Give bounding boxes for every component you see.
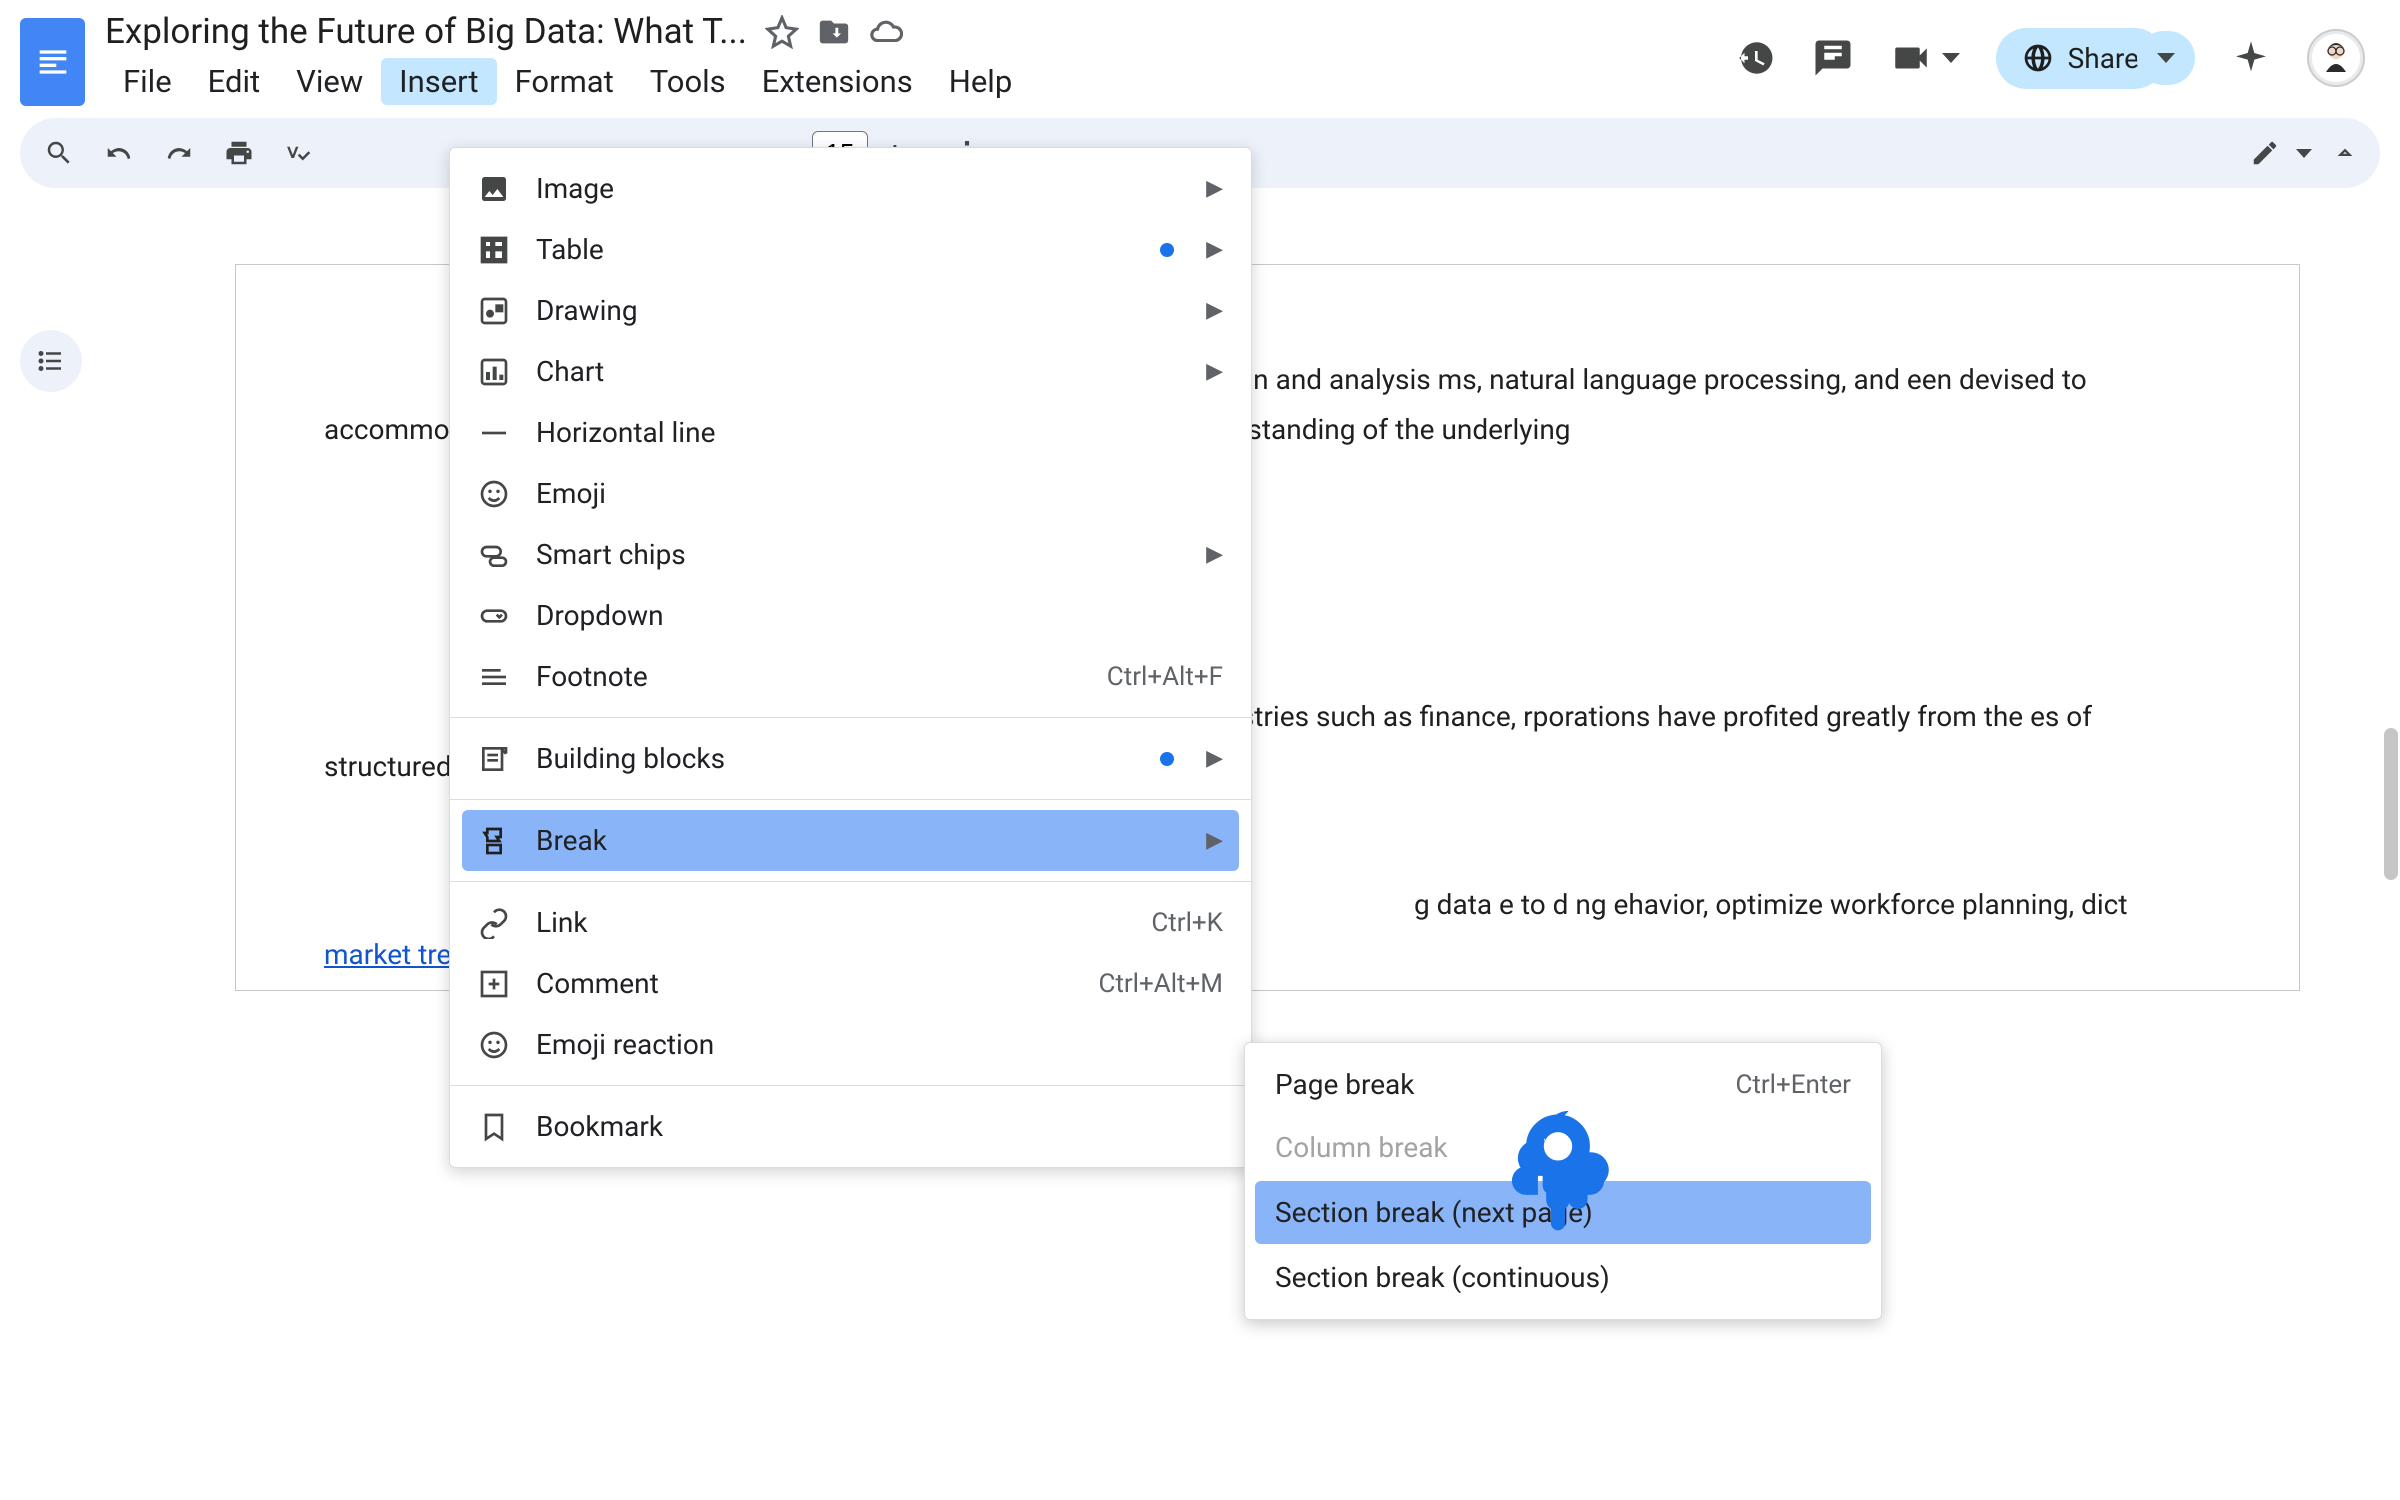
meet-dropdown[interactable] — [1890, 37, 1960, 79]
scrollbar-thumb[interactable] — [2384, 728, 2398, 880]
menu-bookmark[interactable]: Bookmark — [450, 1096, 1251, 1157]
chevron-down-icon — [2296, 149, 2312, 158]
menu-tools[interactable]: Tools — [632, 58, 744, 105]
table-icon — [478, 234, 510, 266]
menu-image[interactable]: Image ▶ — [450, 158, 1251, 219]
menu-comment[interactable]: Comment Ctrl+Alt+M — [450, 953, 1251, 1014]
header-right: Share — [1734, 28, 2380, 89]
new-feature-dot — [1160, 752, 1174, 766]
image-icon — [478, 173, 510, 205]
avatar[interactable] — [2307, 29, 2365, 87]
cloud-status-icon[interactable] — [869, 15, 903, 49]
outline-button[interactable] — [20, 330, 82, 392]
meet-icon — [1890, 37, 1932, 79]
share-label: Share — [2068, 42, 2139, 75]
insert-menu: Image ▶ Table ▶ Drawing ▶ Chart ▶ Horizo… — [449, 147, 1252, 1168]
menu-insert[interactable]: Insert — [381, 58, 496, 105]
smartchips-icon — [478, 539, 510, 571]
avatar-image — [2312, 34, 2360, 82]
collapse-icon[interactable] — [2334, 142, 2356, 164]
menu-file[interactable]: File — [105, 58, 190, 105]
menubar: File Edit View Insert Format Tools Exten… — [105, 58, 1030, 105]
menu-dropdown[interactable]: Dropdown — [450, 585, 1251, 646]
horizontal-line-icon — [478, 417, 510, 449]
chevron-right-icon: ▶ — [1206, 298, 1223, 323]
search-icon[interactable] — [44, 138, 74, 168]
menu-separator — [450, 717, 1251, 718]
menu-emoji[interactable]: Emoji — [450, 463, 1251, 524]
menu-break[interactable]: Break ▶ — [462, 810, 1239, 871]
chevron-right-icon: ▶ — [1206, 542, 1223, 567]
undo-icon[interactable] — [104, 138, 134, 168]
star-icon[interactable] — [765, 15, 799, 49]
bookmark-icon — [478, 1111, 510, 1143]
emoji-icon — [478, 478, 510, 510]
menu-drawing[interactable]: Drawing ▶ — [450, 280, 1251, 341]
drawing-icon — [478, 295, 510, 327]
menu-separator — [450, 1085, 1251, 1086]
pointer-hand-overlay — [1498, 1105, 1618, 1235]
menu-chart[interactable]: Chart ▶ — [450, 341, 1251, 402]
menu-building-blocks[interactable]: Building blocks ▶ — [450, 728, 1251, 789]
menu-help[interactable]: Help — [931, 58, 1031, 105]
chevron-down-icon — [1942, 53, 1960, 63]
chevron-right-icon: ▶ — [1206, 746, 1223, 771]
spellcheck-icon[interactable] — [284, 138, 314, 168]
pencil-icon — [2250, 138, 2280, 168]
menu-separator — [450, 881, 1251, 882]
share-dropdown[interactable] — [2137, 31, 2195, 85]
doc-icon — [33, 42, 73, 82]
editing-mode[interactable] — [2250, 138, 2312, 168]
comment-history-icon[interactable] — [1812, 37, 1854, 79]
chart-icon — [478, 356, 510, 388]
blocks-icon — [478, 743, 510, 775]
move-to-folder-icon[interactable] — [817, 15, 851, 49]
chevron-right-icon: ▶ — [1206, 828, 1223, 853]
doc-title[interactable]: Exploring the Future of Big Data: What T… — [105, 11, 747, 52]
submenu-section-break-continuous[interactable]: Section break (continuous) — [1245, 1246, 1881, 1309]
dropdown-icon — [478, 600, 510, 632]
header: Exploring the Future of Big Data: What T… — [0, 0, 2400, 106]
menu-extensions[interactable]: Extensions — [744, 58, 931, 105]
menu-edit[interactable]: Edit — [190, 58, 279, 105]
title-row: Exploring the Future of Big Data: What T… — [105, 11, 1030, 52]
link-icon — [478, 907, 510, 939]
menu-smart-chips[interactable]: Smart chips ▶ — [450, 524, 1251, 585]
menu-view[interactable]: View — [278, 58, 381, 105]
comment-icon — [478, 968, 510, 1000]
chevron-right-icon: ▶ — [1206, 176, 1223, 201]
toolbar-right — [2250, 138, 2356, 168]
menu-table[interactable]: Table ▶ — [450, 219, 1251, 280]
docs-logo[interactable] — [20, 18, 85, 106]
menu-separator — [450, 799, 1251, 800]
chevron-right-icon: ▶ — [1206, 237, 1223, 262]
footnote-icon — [478, 661, 510, 693]
globe-icon — [2022, 42, 2054, 74]
print-icon[interactable] — [224, 138, 254, 168]
break-icon — [478, 825, 510, 857]
chevron-right-icon: ▶ — [1206, 359, 1223, 384]
menu-emoji-reaction[interactable]: Emoji reaction — [450, 1014, 1251, 1075]
history-icon[interactable] — [1734, 37, 1776, 79]
redo-icon[interactable] — [164, 138, 194, 168]
chevron-down-icon — [2157, 53, 2175, 63]
menu-horizontal-line[interactable]: Horizontal line — [450, 402, 1251, 463]
emoji-reaction-icon — [478, 1029, 510, 1061]
gemini-icon[interactable] — [2231, 38, 2271, 78]
menu-link[interactable]: Link Ctrl+K — [450, 892, 1251, 953]
new-feature-dot — [1160, 243, 1174, 257]
menu-footnote[interactable]: Footnote Ctrl+Alt+F — [450, 646, 1251, 707]
outline-icon — [36, 346, 66, 376]
menu-format[interactable]: Format — [497, 58, 632, 105]
title-block: Exploring the Future of Big Data: What T… — [105, 11, 1030, 105]
share-group: Share — [1996, 28, 2195, 89]
